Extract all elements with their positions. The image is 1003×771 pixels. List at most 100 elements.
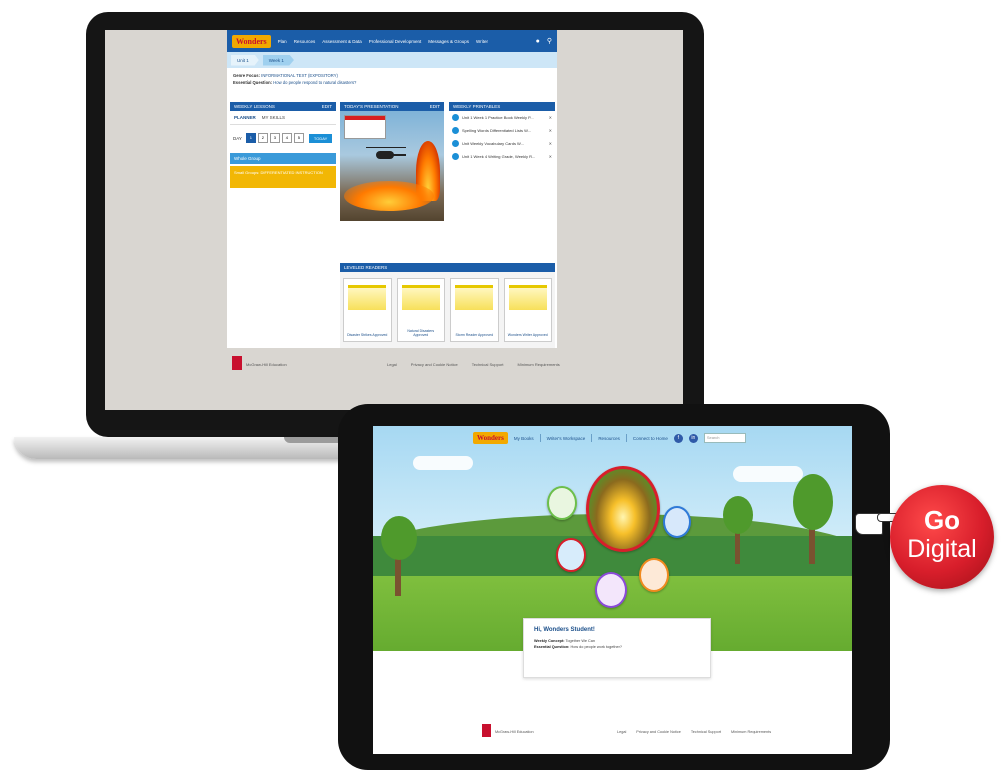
day-selector: DAY 1 2 3 4 5 TODAY [230, 125, 336, 151]
nav-writers-workspace[interactable]: Writer's Workspace [547, 436, 586, 441]
footer-link-support[interactable]: Technical Support [691, 730, 721, 734]
footer-link-legal[interactable]: Legal [387, 362, 397, 367]
essential-question-value: How do people work together? [570, 645, 623, 649]
reader-card[interactable]: Natural Disasters Approved [396, 278, 445, 342]
wonders-logo[interactable]: Wonders [473, 432, 508, 444]
printables-title: WEEKLY PRINTABLES [453, 104, 501, 109]
close-icon[interactable]: ✕ [549, 154, 552, 159]
presentation-edit[interactable]: EDIT [430, 102, 440, 111]
presentation-panel: TODAY'S PRESENTATION EDIT [340, 102, 444, 221]
weekly-lessons-edit[interactable]: EDIT [322, 102, 332, 111]
welcome-card: Hi, Wonders Student! Weekly Concept: Tog… [523, 618, 711, 678]
game-icon[interactable] [639, 558, 669, 592]
printable-item[interactable]: Unit 1 Week 4 Writing Grade, Weekly R...… [449, 150, 555, 163]
reader-cover [455, 285, 493, 310]
search-icon[interactable]: ⚲ [547, 37, 552, 45]
nav-separator [625, 434, 627, 442]
helicopter-rotor [366, 147, 406, 148]
whole-group-item[interactable]: Whole Group [230, 153, 336, 164]
notebook-icon[interactable] [556, 538, 586, 572]
day-4-button[interactable]: 4 [281, 133, 292, 143]
leveled-readers-panel: LEVELED READERS Disaster Strikes Approve… [340, 263, 555, 348]
focus-block: Genre Focus: INFORMATIONAL TEXT (EXPOSIT… [227, 68, 557, 92]
document-icon [452, 153, 459, 160]
nav-resources[interactable]: Resources [598, 436, 620, 441]
go-digital-badge[interactable]: Go Digital [890, 485, 994, 589]
nav-professional-development[interactable]: Professional Development [369, 39, 422, 44]
printable-label: Unit Weekly Vocabulary Cards W... [462, 141, 524, 146]
day-3-button[interactable]: 3 [269, 133, 280, 143]
cloud-image [733, 466, 803, 482]
day-1-button[interactable]: 1 [245, 133, 256, 143]
small-group-item[interactable]: Small Groups: DIFFERENTIATED INSTRUCTION [230, 166, 336, 188]
search-input[interactable]: Search [703, 433, 746, 443]
presentation-header: TODAY'S PRESENTATION EDIT [340, 102, 444, 111]
nav-plan[interactable]: Plan [278, 39, 287, 44]
book-icon[interactable] [547, 486, 577, 520]
open-book-icon[interactable] [663, 506, 691, 538]
helicopter-image [366, 147, 406, 161]
close-icon[interactable]: ✕ [549, 141, 552, 146]
reader-card[interactable]: Storm Reader Approved [450, 278, 499, 342]
nav-connect-to-home[interactable]: Connect to Home [633, 436, 668, 441]
printable-item[interactable]: Unit Weekly Vocabulary Cards W... ✕ [449, 137, 555, 150]
nav-writer[interactable]: Writer [476, 39, 488, 44]
helicopter-tail [392, 154, 406, 156]
portal-door-icon[interactable] [586, 466, 660, 552]
printables-header: WEEKLY PRINTABLES [449, 102, 555, 111]
breadcrumb-week[interactable]: Week 1 [262, 54, 294, 66]
printable-item[interactable]: Spelling Words Differentiated Lists W...… [449, 124, 555, 137]
welcome-title: Hi, Wonders Student! [534, 627, 595, 633]
fire-image-lower [344, 181, 434, 211]
footer-links: Legal Privacy and Cookie Notice Technica… [617, 730, 771, 734]
footer-link-requirements[interactable]: Minimum Requirements [731, 730, 771, 734]
document-icon [452, 127, 459, 134]
laptop-screen: Wonders Plan Resources Assessment & Data… [105, 30, 683, 410]
nav-my-books[interactable]: My Books [514, 436, 534, 441]
document-icon [452, 114, 459, 121]
weekly-concept: Weekly Concept: Together We Can [534, 639, 700, 643]
genre-focus-value: INFORMATIONAL TEXT (EXPOSITORY) [261, 73, 338, 78]
teacher-site: Wonders Plan Resources Assessment & Data… [227, 30, 557, 348]
essential-question: Essential Question: How do people work t… [534, 645, 700, 649]
document-icon [452, 140, 459, 147]
presentation-slide-card [344, 115, 386, 139]
nav-resources[interactable]: Resources [294, 39, 316, 44]
essential-question-value: How do people respond to natural disaste… [273, 80, 357, 85]
reader-card[interactable]: Disaster Strikes Approved [343, 278, 392, 342]
essential-question-label: Essential Question: [534, 645, 570, 649]
facebook-icon[interactable]: f [673, 433, 683, 443]
pencil-icon[interactable] [595, 572, 627, 608]
mcgraw-hill-logo [232, 356, 242, 370]
printable-item[interactable]: Unit 1 Week 1 Practice Book Weekly P... ✕ [449, 111, 555, 124]
leveled-readers-title: LEVELED READERS [344, 265, 388, 270]
today-button[interactable]: TODAY [308, 133, 333, 143]
presentation-thumbnail[interactable] [340, 111, 444, 221]
nav-assessment[interactable]: Assessment & Data [322, 39, 362, 44]
reader-caption: Wonders Writer Approved [507, 333, 548, 337]
nav-separator [539, 434, 541, 442]
reader-card[interactable]: Wonders Writer Approved [503, 278, 552, 342]
footer-link-legal[interactable]: Legal [617, 730, 626, 734]
nav-messages[interactable]: Messages & Groups [428, 39, 469, 44]
weekly-lessons-tabs: PLANNER MY SKILLS [230, 111, 336, 125]
day-5-button[interactable]: 5 [293, 133, 304, 143]
day-2-button[interactable]: 2 [257, 133, 268, 143]
footer-link-privacy[interactable]: Privacy and Cookie Notice [636, 730, 681, 734]
footer-link-support[interactable]: Technical Support [472, 362, 504, 367]
footer-link-requirements[interactable]: Minimum Requirements [518, 362, 560, 367]
breadcrumb-unit[interactable]: Unit 1 [231, 54, 259, 66]
nav-separator [591, 434, 593, 442]
wonders-logo[interactable]: Wonders [232, 34, 271, 48]
reader-cover [401, 285, 440, 310]
close-icon[interactable]: ✕ [549, 115, 552, 120]
close-icon[interactable]: ✕ [549, 128, 552, 133]
reader-caption: Natural Disasters Approved [407, 329, 435, 337]
user-icon[interactable]: ● [536, 38, 540, 45]
tab-my-skills[interactable]: MY SKILLS [262, 115, 285, 120]
tab-planner[interactable]: PLANNER [234, 115, 256, 120]
tree-crown [381, 516, 417, 560]
footer-link-privacy[interactable]: Privacy and Cookie Notice [411, 362, 458, 367]
footer-brand: McGraw-Hill Education [495, 730, 534, 734]
linkedin-icon[interactable]: in [688, 433, 698, 443]
